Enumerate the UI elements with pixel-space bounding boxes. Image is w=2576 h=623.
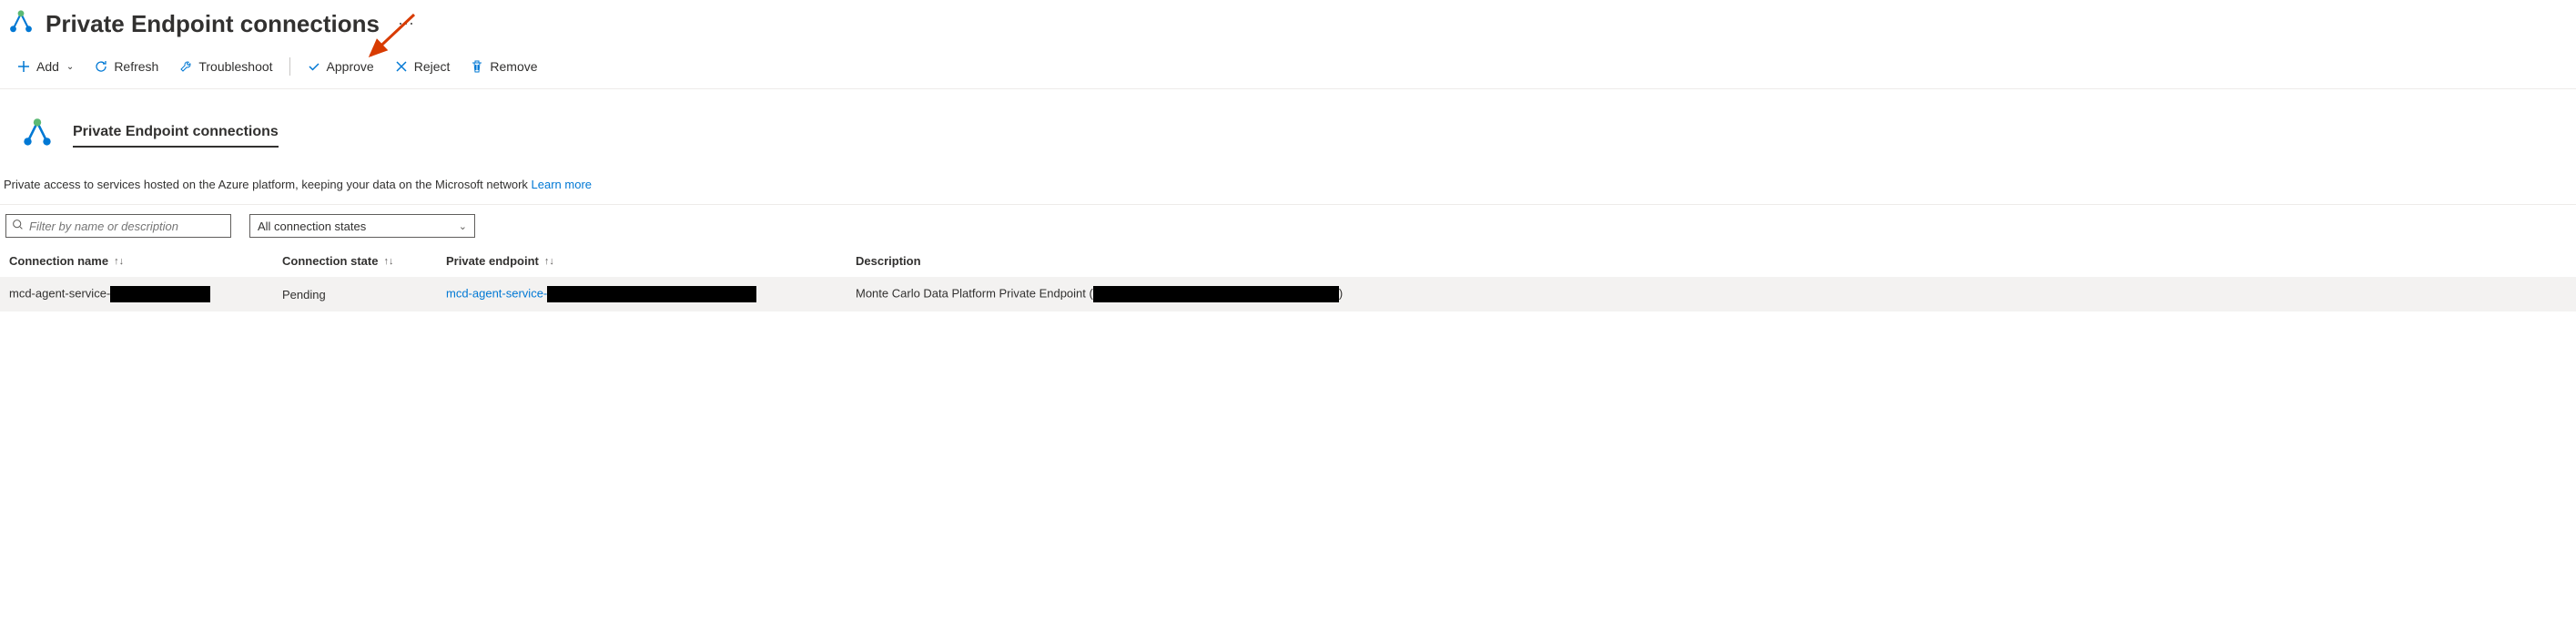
description-text: Private access to services hosted on the… (4, 178, 528, 191)
table-header-row: Connection name ↑↓ Connection state ↑↓ P… (0, 245, 2576, 277)
search-icon (12, 219, 24, 233)
remove-button[interactable]: Remove (461, 54, 546, 79)
redacted (1093, 286, 1339, 302)
add-label: Add (36, 59, 59, 74)
search-input-wrapper[interactable] (5, 214, 231, 238)
learn-more-link[interactable]: Learn more (532, 178, 592, 191)
col-header-endpoint[interactable]: Private endpoint ↑↓ (446, 254, 856, 268)
state-filter-dropdown[interactable]: All connection states ⌄ (249, 214, 475, 238)
sort-icon: ↑↓ (544, 256, 554, 267)
separator (289, 57, 290, 76)
reject-label: Reject (414, 59, 451, 74)
sort-icon: ↑↓ (383, 256, 393, 267)
page-title: Private Endpoint connections (46, 10, 380, 38)
content-area: Private Endpoint connections Private acc… (0, 89, 2576, 312)
redacted (110, 286, 210, 302)
x-icon (394, 59, 409, 74)
troubleshoot-label: Troubleshoot (198, 59, 272, 74)
chevron-down-icon: ⌄ (66, 62, 74, 72)
more-options-button[interactable]: ⋯ (389, 15, 423, 34)
trash-icon (470, 59, 484, 74)
refresh-button[interactable]: Refresh (85, 54, 167, 79)
add-button[interactable]: Add ⌄ (7, 54, 83, 79)
endpoint-link[interactable]: mcd-agent-service- (446, 286, 547, 300)
filter-bar: All connection states ⌄ (0, 204, 2576, 245)
remove-label: Remove (490, 59, 537, 74)
col-header-name[interactable]: Connection name ↑↓ (9, 254, 282, 268)
col-header-state[interactable]: Connection state ↑↓ (282, 254, 446, 268)
state-filter-value: All connection states (258, 220, 366, 233)
page-header: Private Endpoint connections ⋯ (0, 0, 2576, 45)
col-header-description[interactable]: Description (856, 254, 2567, 268)
search-input[interactable] (29, 220, 225, 233)
cell-private-endpoint: mcd-agent-service- (446, 286, 856, 302)
section-icon (18, 115, 56, 156)
troubleshoot-button[interactable]: Troubleshoot (169, 54, 281, 79)
table-row[interactable]: mcd-agent-service- Pending mcd-agent-ser… (0, 277, 2576, 312)
description-row: Private access to services hosted on the… (0, 161, 2576, 204)
chevron-down-icon: ⌄ (459, 220, 467, 232)
approve-label: Approve (327, 59, 374, 74)
plus-icon (16, 59, 31, 74)
reject-button[interactable]: Reject (385, 54, 460, 79)
section-title: Private Endpoint connections (73, 124, 279, 148)
cell-connection-state: Pending (282, 288, 446, 301)
service-icon (5, 7, 36, 41)
sort-icon: ↑↓ (114, 256, 124, 267)
redacted (547, 286, 756, 302)
cell-description: Monte Carlo Data Platform Private Endpoi… (856, 286, 2567, 302)
cell-connection-name: mcd-agent-service- (9, 286, 282, 302)
approve-button[interactable]: Approve (298, 54, 383, 79)
section-header: Private Endpoint connections (0, 106, 2576, 161)
refresh-label: Refresh (114, 59, 158, 74)
check-icon (307, 59, 321, 74)
connections-table: Connection name ↑↓ Connection state ↑↓ P… (0, 245, 2576, 312)
wrench-icon (178, 59, 193, 74)
refresh-icon (94, 59, 108, 74)
command-bar: Add ⌄ Refresh Troubleshoot Approve Rejec… (0, 45, 2576, 89)
